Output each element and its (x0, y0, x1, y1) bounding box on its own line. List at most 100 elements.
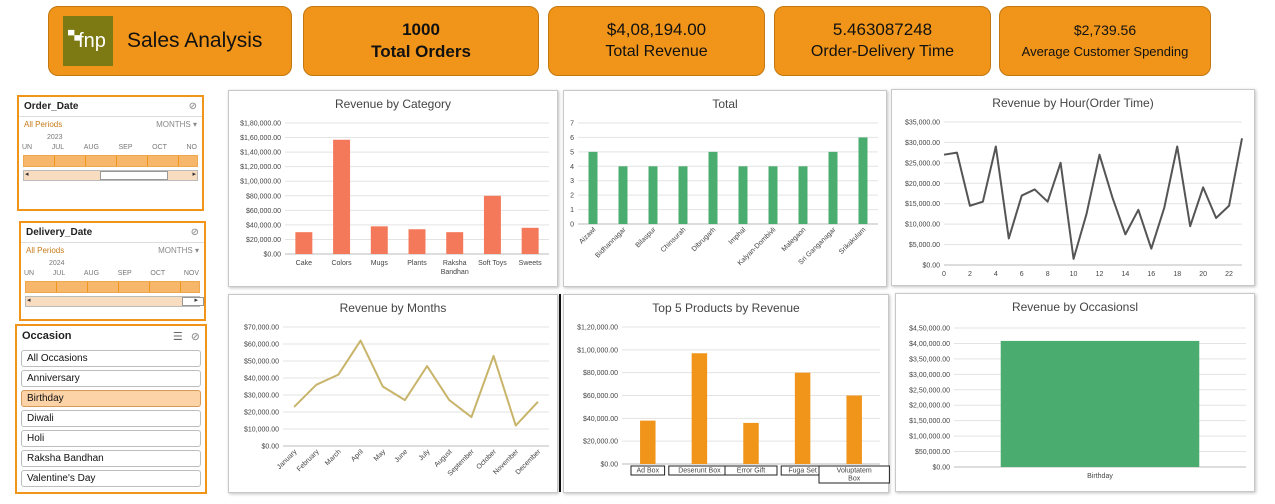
y-tick-label: $80,000.00 (246, 193, 281, 200)
y-tick-label: $1,00,000.00 (909, 434, 950, 441)
fnp-logo: ▀▄ fnp (63, 16, 113, 66)
x-tick-label: June (394, 448, 410, 464)
chart-canvas: $0.00 $20,000.00 $40,000.00 $60,000.00 $80,0… (240, 121, 549, 276)
x-tick-label: Soft Toys (478, 260, 507, 267)
kpi-value: 1000 (402, 20, 440, 39)
year-label: 2023 (47, 134, 63, 141)
x-tick-label: 18 (1173, 271, 1181, 278)
order-date-timeline[interactable]: Order_Date ⊘ All Periods MONTHS ▾ 2023 UN J… (17, 95, 204, 211)
y-tick-label: $3,00,000.00 (909, 372, 950, 379)
occasion-item[interactable]: Valentine's Day (21, 470, 201, 487)
scroll-left-icon[interactable]: ◂ (27, 296, 31, 304)
chart-canvas: $0.00 $5,000.00 $10,000.00 $15,000.00 $20,00… (905, 120, 1243, 278)
chart-canvas: $0.00 $10,000.00 $20,000.00 $30,000.00 $40,0… (244, 325, 549, 478)
time-level-dropdown[interactable]: MONTHS ▾ (156, 120, 197, 129)
bar (738, 166, 748, 224)
x-tick-label: Srikakulam (838, 226, 868, 256)
occasion-item[interactable]: Holi (21, 430, 201, 447)
x-tick-label: Sweets (519, 260, 542, 267)
y-tick-label: $20,000.00 (244, 410, 279, 417)
clear-filter-icon[interactable]: ⊘ (189, 101, 197, 112)
scroll-right-icon[interactable]: ▸ (194, 296, 198, 304)
kpi-label: Total Orders (371, 42, 471, 61)
periods-label: All Periods (26, 246, 65, 255)
x-tick-label: Cake (296, 260, 312, 267)
delivery-date-timeline[interactable]: Delivery_Date ⊘ All Periods MONTHS ▾ 2024 … (19, 221, 206, 321)
clear-filter-icon[interactable]: ⊘ (191, 227, 199, 238)
bar (858, 137, 868, 224)
y-tick-label: $0.00 (600, 462, 618, 469)
occasion-item-selected[interactable]: Birthday (21, 390, 201, 407)
bar (648, 166, 658, 224)
scroll-thumb[interactable] (182, 297, 204, 306)
y-tick-label: $50,000.00 (244, 359, 279, 366)
y-tick-label: $1,00,000.00 (240, 179, 281, 186)
y-tick-label: $0.00 (263, 252, 281, 259)
y-tick-label: $50,000.00 (915, 449, 950, 456)
scroll-thumb[interactable] (100, 171, 168, 180)
kpi-value: $4,08,194.00 (606, 20, 707, 39)
x-tick-label: 2 (968, 271, 972, 278)
multi-select-icon[interactable]: ☰ (173, 331, 183, 343)
x-tick-label: Imphal (728, 226, 748, 246)
chart-revenue-by-category: Revenue by Category $0.00 $20,000.00 $40,0… (228, 90, 558, 287)
timeline-bar[interactable] (23, 155, 198, 167)
bar (691, 353, 708, 464)
periods-label: All Periods (24, 120, 63, 129)
y-tick-label: $25,000.00 (905, 160, 940, 167)
timeline-scrollbar[interactable]: ◂ ▸ (23, 170, 198, 181)
time-level-dropdown[interactable]: MONTHS ▾ (158, 246, 199, 255)
y-tick-label: $10,000.00 (244, 427, 279, 434)
y-tick-label: $1,50,000.00 (909, 418, 950, 425)
bar (408, 229, 426, 254)
y-tick-label: $1,60,000.00 (240, 135, 281, 142)
timeline-bar[interactable] (25, 281, 200, 293)
y-tick-label: $1,20,000.00 (240, 164, 281, 171)
clear-filter-icon[interactable]: ⊘ (191, 331, 200, 343)
month-labels: UN JUL AUG SEP OCT NO (22, 144, 197, 151)
y-tick-label: 2 (570, 193, 574, 200)
x-tick-label: Birthday (1087, 473, 1113, 480)
y-tick-label: 6 (570, 135, 574, 142)
x-tick-label: Ad Box (637, 468, 660, 475)
occasion-slicer[interactable]: Occasion ☰ ⊘ All Occasions Anniversary Bir… (15, 324, 207, 494)
chart-canvas: $0.00 $20,000.00 $40,000.00 $60,000.00 $80,0… (577, 325, 890, 484)
scroll-right-icon[interactable]: ▸ (192, 170, 196, 178)
x-tick-label: 16 (1147, 271, 1155, 278)
kpi-total-revenue: $4,08,194.00 Total Revenue (548, 6, 765, 76)
y-tick-label: $1,40,000.00 (240, 150, 281, 157)
x-tick-label: Deserunt Box (678, 468, 721, 475)
bar (708, 151, 718, 224)
bar (333, 139, 351, 254)
y-tick-label: $60,000.00 (583, 393, 618, 400)
x-tick-label: February (296, 448, 321, 473)
bar (295, 232, 313, 254)
bar (640, 420, 656, 464)
occasion-item[interactable]: Diwali (21, 410, 201, 427)
bar (678, 166, 688, 224)
scroll-left-icon[interactable]: ◂ (25, 170, 29, 178)
y-tick-label: $70,000.00 (244, 325, 279, 332)
x-tick-label: Malegaon (781, 226, 808, 253)
y-tick-label: 5 (570, 149, 574, 156)
chart-top5-products: Top 5 Products by Revenue $0.00 $20,000.0… (563, 294, 890, 493)
y-tick-label: 3 (570, 178, 574, 185)
x-tick-label: Box (848, 476, 861, 483)
y-tick-label: 1 (570, 207, 574, 214)
x-tick-label: 14 (1121, 271, 1129, 278)
y-tick-label: 4 (570, 164, 574, 171)
logo-text: fnp (78, 29, 106, 52)
bar (1000, 340, 1200, 467)
y-tick-label: $1,20,000.00 (577, 325, 618, 332)
timeline-scrollbar[interactable]: ◂ ▸ (25, 296, 204, 307)
x-tick-label: 4 (994, 271, 998, 278)
y-tick-label: $0.00 (932, 465, 950, 472)
month-labels: UN JUL AUG SEP OCT NOV (24, 270, 199, 277)
y-tick-label: $40,000.00 (244, 376, 279, 383)
chart-canvas: 0 1 2 3 4 5 6 7 AizawlBidhannagar Bilaspur Chinsur… (570, 121, 878, 267)
occasion-item[interactable]: All Occasions (21, 350, 201, 367)
bar (768, 166, 778, 224)
occasion-item[interactable]: Raksha Bandhan (21, 450, 201, 467)
occasion-item[interactable]: Anniversary (21, 370, 201, 387)
y-tick-label: $2,00,000.00 (909, 403, 950, 410)
